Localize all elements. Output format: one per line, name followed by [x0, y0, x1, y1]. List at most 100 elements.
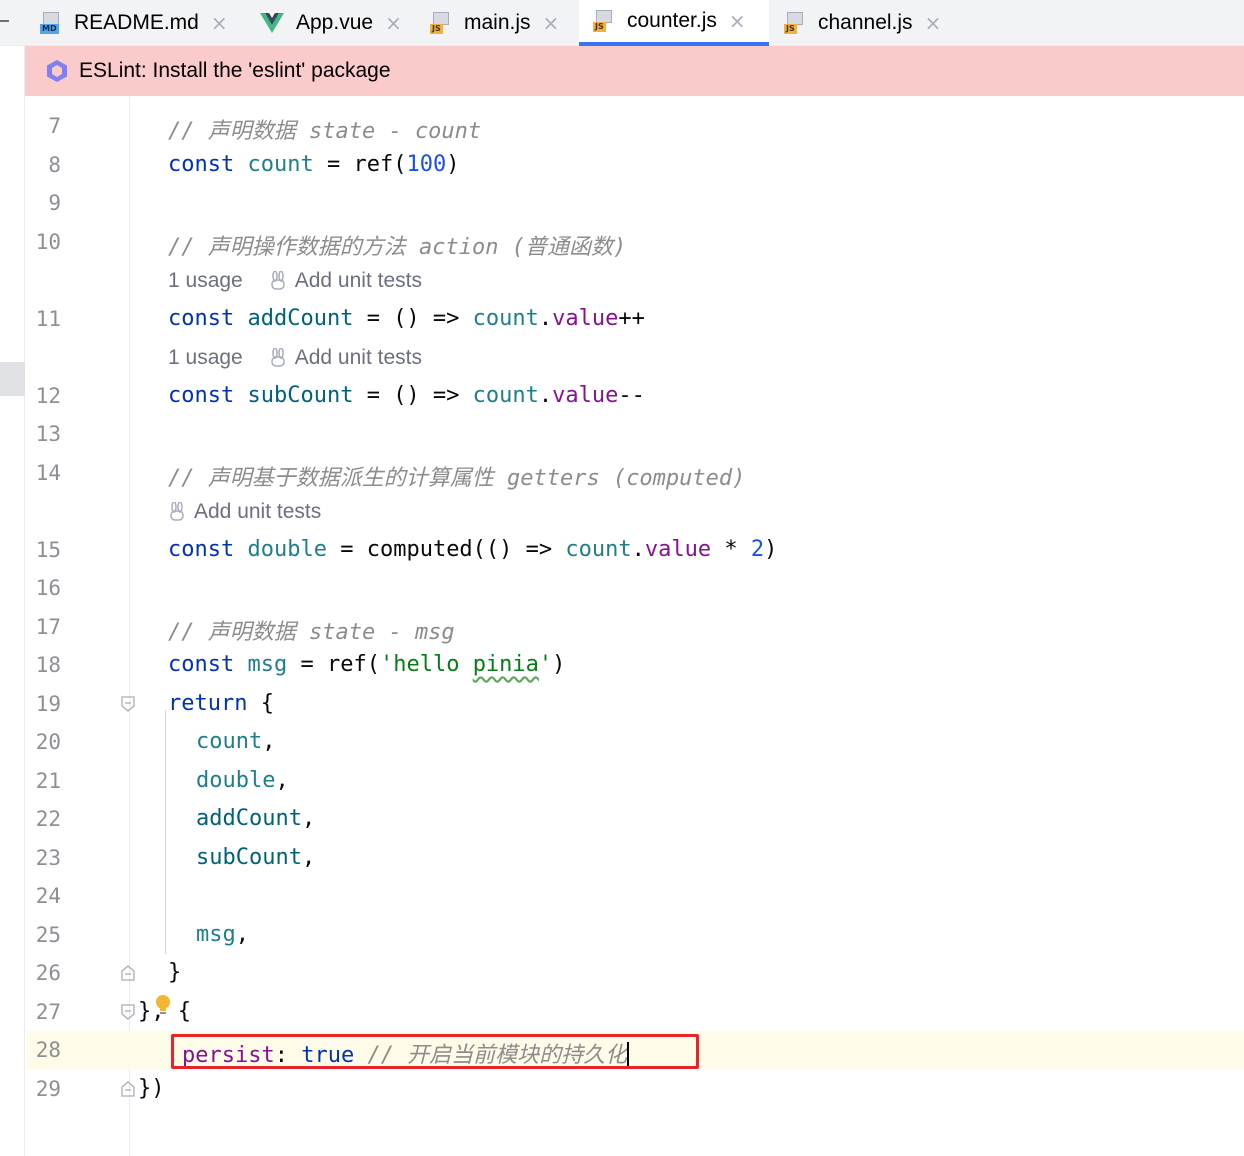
code-text: const count = ref(100)	[168, 152, 460, 177]
inlay-hint-row: Add unit tests	[26, 492, 1244, 530]
line-number: 14	[35, 461, 61, 485]
lightbulb-icon[interactable]	[154, 994, 172, 1016]
code-line-18: 18 const msg = ref('hello pinia')	[26, 646, 1244, 684]
line-number: 29	[35, 1077, 61, 1101]
eslint-notification-banner[interactable]: ESLint: Install the 'eslint' package	[25, 46, 1244, 96]
close-tab-icon[interactable]: ×	[729, 9, 746, 33]
line-number: 18	[35, 653, 61, 677]
eslint-icon	[47, 60, 67, 82]
tab-label: README.md	[74, 11, 199, 34]
fold-collapse-icon[interactable]	[121, 696, 135, 712]
code-line-12: 12 const subCount = () => count.value--	[26, 377, 1244, 415]
typo-underline: pinia	[472, 652, 539, 677]
banner-text: ESLint: Install the 'eslint' package	[79, 59, 391, 82]
code-line-29: 29 })	[26, 1070, 1244, 1108]
line-number: 11	[35, 307, 61, 331]
code-comment: // 声明数据 state - count	[168, 119, 482, 144]
code-line-17: 17 // 声明数据 state - msg	[26, 608, 1244, 646]
inlay-hint-row: 1 usage Add unit tests	[26, 338, 1244, 376]
code-line-8: 8 const count = ref(100)	[26, 146, 1244, 184]
add-unit-tests-link[interactable]: Add unit tests	[269, 346, 422, 370]
collapse-icon[interactable]	[0, 20, 9, 22]
line-number: 12	[35, 384, 61, 408]
code-text: count,	[196, 729, 276, 754]
code-line-26: 26 }	[26, 954, 1244, 992]
tool-strip-marker[interactable]	[0, 362, 25, 396]
line-number: 8	[48, 153, 61, 177]
code-text: msg,	[196, 922, 249, 947]
line-number: 9	[48, 191, 61, 215]
code-line-25: 25 msg,	[26, 916, 1244, 954]
js-file-icon: JS	[430, 12, 452, 34]
line-number: 16	[35, 576, 61, 600]
tab-readme-md[interactable]: MD README.md ×	[40, 0, 228, 46]
usage-link[interactable]: 1 usage	[168, 269, 243, 293]
code-text: const addCount = () => count.value++	[168, 306, 645, 331]
close-tab-icon[interactable]: ×	[211, 11, 228, 35]
inlay-hint: 1 usage Add unit tests	[168, 346, 422, 370]
line-number: 23	[35, 846, 61, 870]
line-number: 24	[35, 884, 61, 908]
add-unit-tests-label: Add unit tests	[194, 500, 322, 523]
usage-link[interactable]: 1 usage	[168, 346, 243, 370]
code-comment: // 声明操作数据的方法 action (普通函数)	[168, 235, 627, 260]
line-number: 10	[35, 230, 61, 254]
close-tab-icon[interactable]: ×	[385, 11, 402, 35]
fold-end-icon[interactable]	[121, 1081, 135, 1097]
code-text: const double = computed(() => count.valu…	[168, 537, 778, 562]
line-number: 22	[35, 807, 61, 831]
rabbit-icon	[270, 271, 285, 290]
inlay-hint: 1 usage Add unit tests	[168, 269, 422, 293]
add-unit-tests-label: Add unit tests	[294, 346, 422, 369]
code-line-24: 24	[26, 877, 1244, 915]
line-number: 7	[48, 114, 61, 138]
vue-file-icon	[260, 13, 284, 33]
code-line-13: 13	[26, 415, 1244, 453]
editor-tab-bar: MD README.md × App.vue × JS main.js × JS…	[0, 0, 1244, 46]
tab-label: main.js	[464, 11, 531, 34]
tab-main-js[interactable]: JS main.js ×	[430, 0, 559, 46]
code-line-10: 10 // 声明操作数据的方法 action (普通函数)	[26, 223, 1244, 261]
tab-label: App.vue	[296, 11, 374, 34]
code-comment: // 声明数据 state - msg	[168, 620, 455, 645]
line-number: 19	[35, 692, 61, 716]
tab-counter-js[interactable]: JS counter.js ×	[579, 0, 769, 46]
tab-label: channel.js	[818, 11, 913, 34]
line-number: 13	[35, 422, 61, 446]
add-unit-tests-link[interactable]: Add unit tests	[168, 500, 321, 524]
code-text: })	[138, 1076, 165, 1101]
fold-end-icon[interactable]	[121, 965, 135, 981]
inlay-hint: Add unit tests	[168, 500, 321, 524]
left-tool-strip	[0, 46, 25, 1156]
tab-label: counter.js	[627, 9, 717, 32]
line-number: 26	[35, 961, 61, 985]
code-line-22: 22 addCount,	[26, 800, 1244, 838]
code-line-15: 15 const double = computed(() => count.v…	[26, 531, 1244, 569]
add-unit-tests-link[interactable]: Add unit tests	[269, 269, 422, 293]
code-line-16: 16	[26, 569, 1244, 607]
code-line-19: 19 return {	[26, 685, 1244, 723]
fold-end-icon[interactable]	[121, 1004, 135, 1020]
line-number: 27	[35, 1000, 61, 1024]
code-editor[interactable]: 7 // 声明数据 state - count 8 const count = …	[26, 96, 1244, 1156]
code-text: const msg = ref('hello pinia')	[168, 652, 566, 677]
close-tab-icon[interactable]: ×	[543, 11, 560, 35]
line-number: 21	[35, 769, 61, 793]
code-line-7: 7 // 声明数据 state - count	[26, 107, 1244, 145]
code-line-11: 11 const addCount = () => count.value++	[26, 300, 1244, 338]
line-number: 28	[35, 1038, 61, 1062]
line-number: 15	[35, 538, 61, 562]
code-text: return {	[168, 691, 274, 716]
code-text: }	[168, 960, 182, 985]
tab-app-vue[interactable]: App.vue ×	[260, 0, 402, 46]
code-line-20: 20 count,	[26, 723, 1244, 761]
code-line-14: 14 // 声明基于数据派生的计算属性 getters (computed)	[26, 454, 1244, 492]
inlay-hint-row: 1 usage Add unit tests	[26, 261, 1244, 299]
close-tab-icon[interactable]: ×	[925, 11, 942, 35]
markdown-file-icon: MD	[40, 12, 62, 34]
line-number: 17	[35, 615, 61, 639]
add-unit-tests-label: Add unit tests	[294, 269, 422, 292]
code-text: double,	[196, 768, 289, 793]
tab-channel-js[interactable]: JS channel.js ×	[784, 0, 941, 46]
code-text: addCount,	[196, 806, 316, 831]
